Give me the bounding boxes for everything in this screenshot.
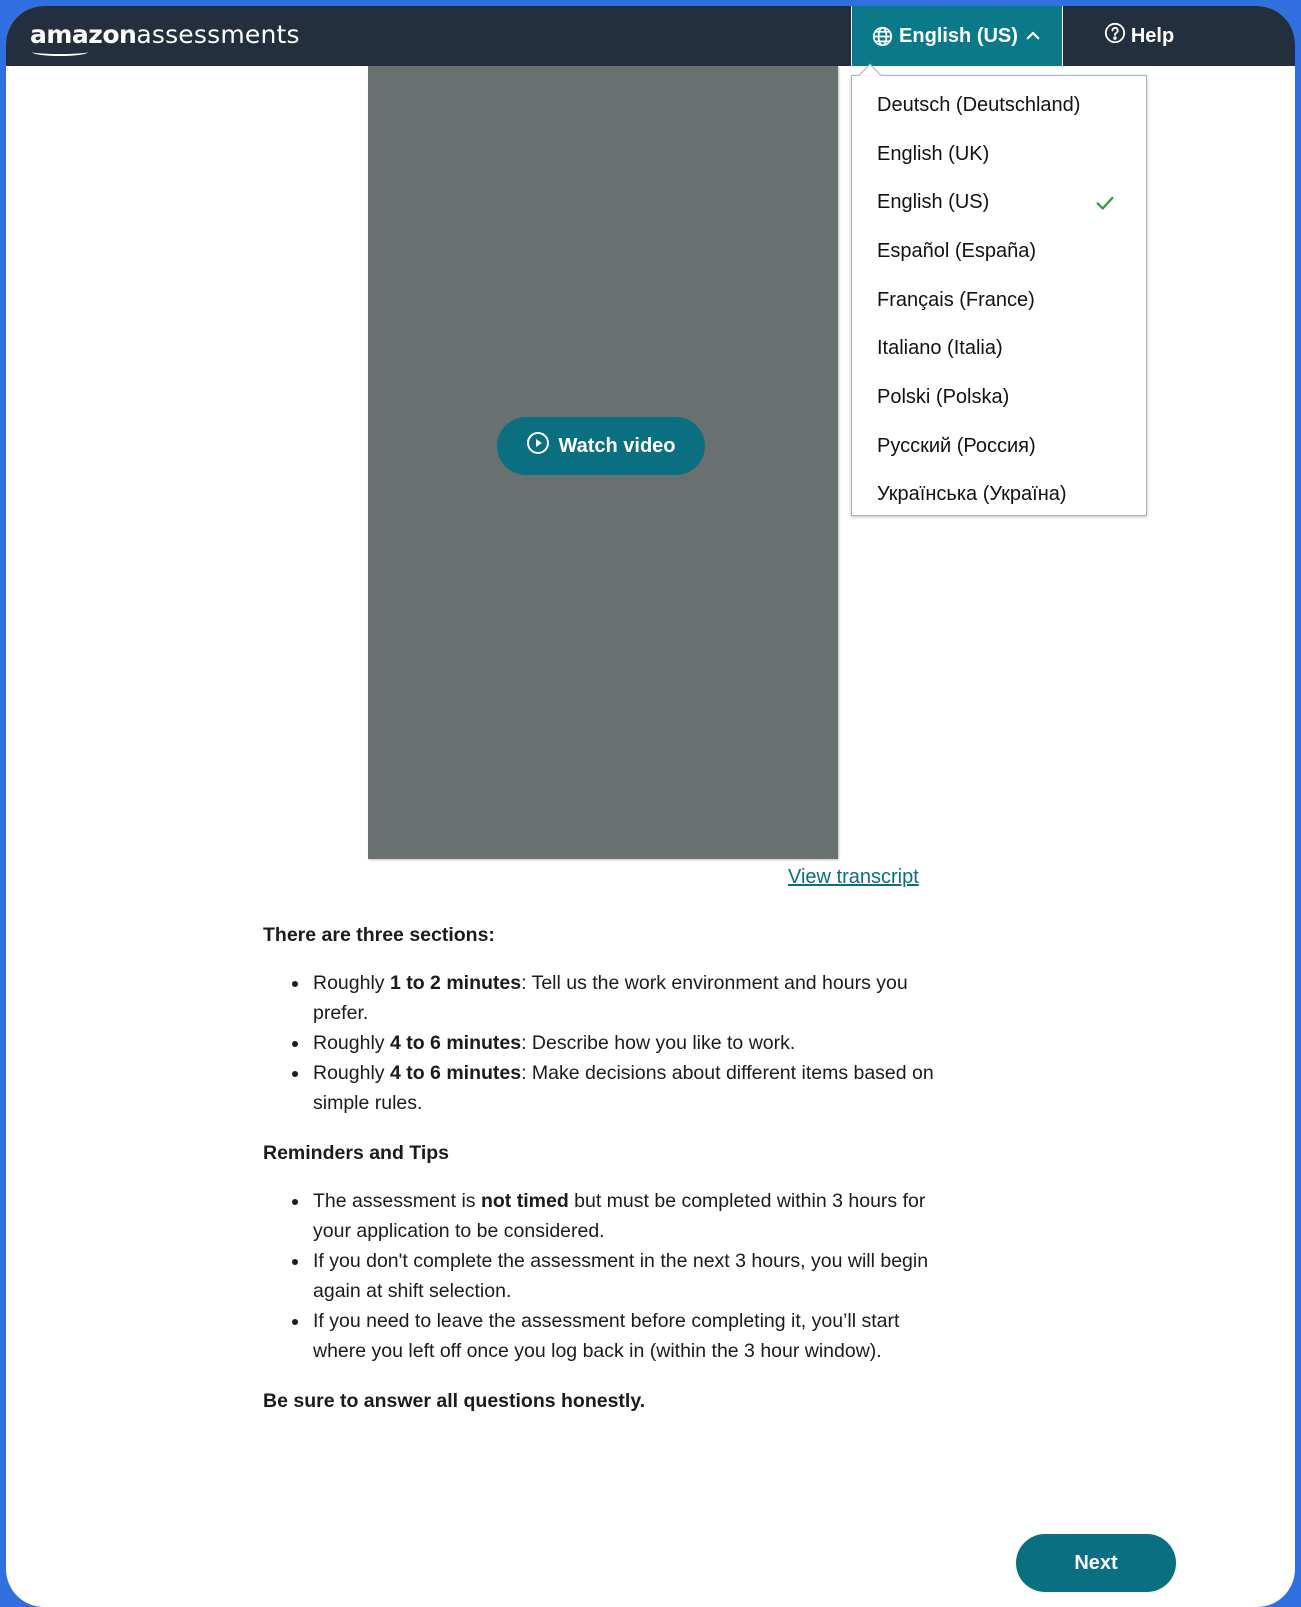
top-navigation-bar: amazonassessments English (US) Help xyxy=(6,6,1295,66)
chevron-up-icon xyxy=(1024,27,1042,45)
help-circle-icon xyxy=(1104,22,1126,50)
play-circle-icon xyxy=(526,431,550,461)
language-option-francais[interactable]: Français (France) xyxy=(852,276,1146,325)
language-option-deutsch[interactable]: Deutsch (Deutschland) xyxy=(852,81,1146,130)
help-label: Help xyxy=(1130,24,1175,47)
reminders-heading: Reminders and Tips xyxy=(263,1142,450,1164)
list-item: Roughly 1 to 2 minutes: Tell us the work… xyxy=(263,968,953,1028)
language-option-label: Русский (Россия) xyxy=(877,434,1036,457)
sections-list: Roughly 1 to 2 minutes: Tell us the work… xyxy=(263,968,953,1118)
sections-heading: There are three sections: xyxy=(263,924,495,946)
list-item-text: Roughly xyxy=(313,1032,390,1054)
list-item-text: The assessment is xyxy=(313,1190,481,1212)
list-item-emphasis: not timed xyxy=(480,1190,569,1212)
list-item: The assessment is not timed but must be … xyxy=(263,1186,953,1246)
instructions-content: There are three sections: Roughly 1 to 2… xyxy=(263,920,953,1434)
list-item-text: If you don't complete the assessment in … xyxy=(313,1250,929,1302)
view-transcript-link[interactable]: View transcript xyxy=(788,866,919,889)
list-item-text: If you need to leave the assessment befo… xyxy=(313,1310,900,1362)
language-option-label: Polski (Polska) xyxy=(877,385,1010,408)
amazon-assessments-logo: amazonassessments xyxy=(30,20,300,56)
list-item: Roughly 4 to 6 minutes: Describe how you… xyxy=(263,1028,953,1058)
language-option-espanol[interactable]: Español (España) xyxy=(852,227,1146,276)
language-option-english-us[interactable]: English (US) xyxy=(852,178,1146,227)
language-option-italiano[interactable]: Italiano (Italia) xyxy=(852,324,1146,373)
app-window: amazonassessments English (US) Help Watc… xyxy=(6,6,1295,1607)
list-item: Roughly 4 to 6 minutes: Make decisions a… xyxy=(263,1058,953,1118)
list-item-text: Roughly xyxy=(313,1062,390,1084)
list-item-emphasis: 1 to 2 minutes xyxy=(389,972,522,994)
language-selector-label: English (US) xyxy=(899,24,1018,47)
language-selector-button[interactable]: English (US) xyxy=(851,6,1063,66)
list-item-text: Roughly xyxy=(313,972,390,994)
logo-brand: amazon xyxy=(30,20,137,49)
globe-icon xyxy=(872,26,893,47)
list-item-emphasis: 4 to 6 minutes xyxy=(389,1062,522,1084)
language-option-label: English (US) xyxy=(877,191,990,214)
logo-smile-icon xyxy=(32,48,88,56)
logo-product: assessments xyxy=(136,20,300,49)
watch-video-button[interactable]: Watch video xyxy=(497,417,705,475)
watch-video-label: Watch video xyxy=(558,434,676,457)
list-item: If you need to leave the assessment befo… xyxy=(263,1306,953,1366)
check-icon xyxy=(1094,192,1116,220)
video-player[interactable]: Watch video xyxy=(368,66,838,859)
language-option-label: Français (France) xyxy=(877,288,1035,311)
language-option-polski[interactable]: Polski (Polska) xyxy=(852,373,1146,422)
list-item: If you don't complete the assessment in … xyxy=(263,1246,953,1306)
language-option-ukrainian[interactable]: Українська (Україна) xyxy=(852,471,1146,520)
language-option-label: Deutsch (Deutschland) xyxy=(877,93,1081,116)
language-option-label: English (UK) xyxy=(877,142,990,165)
list-item-emphasis: 4 to 6 minutes xyxy=(389,1032,522,1054)
language-dropdown-menu: Deutsch (Deutschland) English (UK) Engli… xyxy=(851,63,1147,516)
help-button[interactable]: Help xyxy=(1064,6,1214,66)
language-option-label: Español (España) xyxy=(877,239,1036,262)
list-item-text: : Describe how you like to work. xyxy=(521,1032,796,1054)
language-option-label: Українська (Україна) xyxy=(877,483,1067,506)
closing-note: Be sure to answer all questions honestly… xyxy=(263,1390,646,1412)
language-option-english-uk[interactable]: English (UK) xyxy=(852,130,1146,179)
language-option-russian[interactable]: Русский (Россия) xyxy=(852,422,1146,471)
reminders-list: The assessment is not timed but must be … xyxy=(263,1186,953,1366)
next-button[interactable]: Next xyxy=(1016,1534,1176,1592)
language-option-label: Italiano (Italia) xyxy=(877,337,1003,360)
